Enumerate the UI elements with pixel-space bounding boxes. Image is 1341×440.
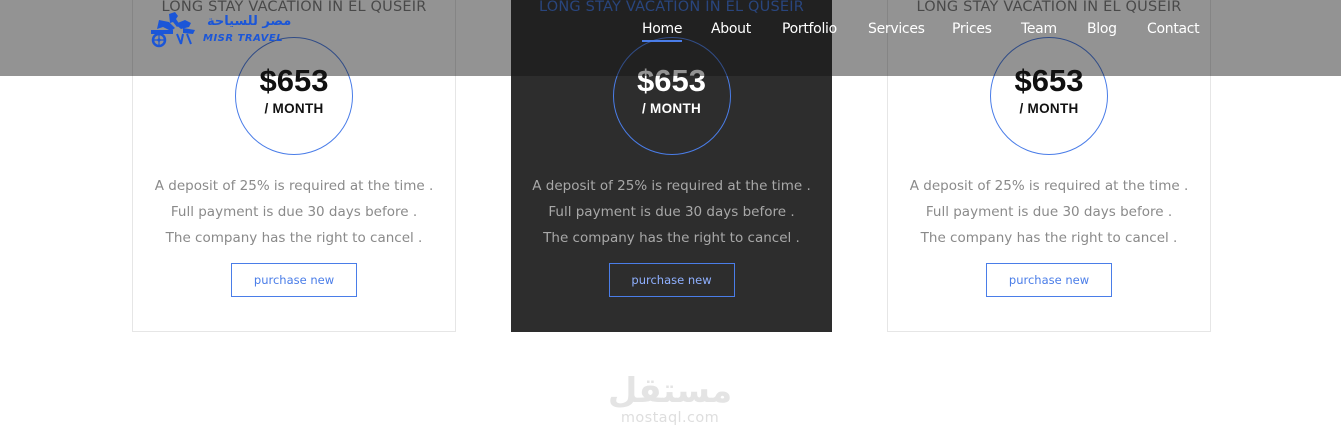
price-period: / MONTH [264,101,324,116]
nav-item-about[interactable]: About [711,21,751,37]
terms-line: Full payment is due 30 days before . [548,204,795,220]
terms-line: A deposit of 25% is required at the time… [154,178,434,194]
nav-item-services[interactable]: Services [868,21,925,37]
terms-list: A deposit of 25% is required at the time… [888,173,1210,251]
site-header: مصر للسياحة MISR TRAVEL Home About Portf… [0,0,1341,76]
terms-list: A deposit of 25% is required at the time… [512,173,831,251]
nav-item-blog[interactable]: Blog [1087,21,1117,37]
purchase-button[interactable]: purchase new [231,263,357,297]
terms-line: The company has the right to cancel . [920,230,1178,246]
price-period: / MONTH [1019,101,1079,116]
nav-item-contact[interactable]: Contact [1147,21,1200,37]
watermark-latin: mostaql.com [620,410,720,426]
price-period: / MONTH [641,101,702,116]
main-nav: Home About Portfolio Services Prices Tea… [0,21,1341,43]
nav-item-home[interactable]: Home [642,21,682,42]
terms-line: A deposit of 25% is required at the time… [532,178,811,194]
watermark: مستقل mostaql.com [600,372,740,432]
purchase-button[interactable]: purchase new [608,263,735,297]
nav-item-prices[interactable]: Prices [952,21,992,37]
terms-line: The company has the right to cancel . [543,230,800,246]
nav-item-portfolio[interactable]: Portfolio [782,21,837,37]
purchase-button[interactable]: purchase new [986,263,1112,297]
terms-line: Full payment is due 30 days before . [170,204,418,220]
terms-list: A deposit of 25% is required at the time… [133,173,455,251]
watermark-arabic: مستقل [607,371,733,411]
terms-line: Full payment is due 30 days before . [925,204,1173,220]
terms-line: The company has the right to cancel . [165,230,423,246]
nav-item-team[interactable]: Team [1021,21,1057,37]
terms-line: A deposit of 25% is required at the time… [909,178,1189,194]
